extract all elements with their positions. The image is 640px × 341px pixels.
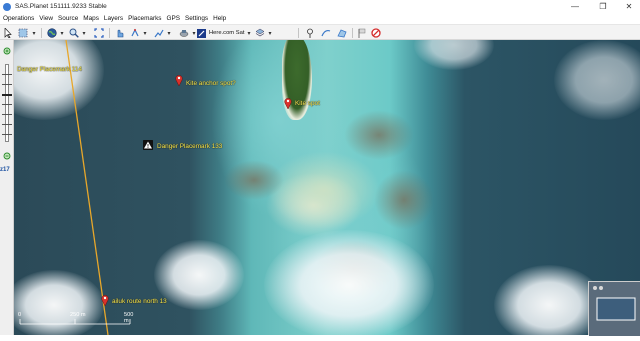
window-title: SAS.Planet 151111.9233 Stable: [15, 3, 107, 10]
menu-settings[interactable]: Settings: [185, 15, 208, 22]
map-source-label: Here.com Sat: [209, 30, 245, 36]
globe-button[interactable]: [46, 27, 58, 39]
add-placemark-button[interactable]: [304, 27, 316, 39]
path-tool-button[interactable]: [153, 27, 165, 39]
maximize-button[interactable]: ❐: [592, 0, 614, 13]
map-view[interactable]: Danger Placemark 114 Kite anchor spot? K…: [14, 40, 640, 335]
fullscreen-icon: [94, 28, 104, 38]
placemark-pin-icon[interactable]: [101, 294, 109, 306]
main-toolbar: ▾ ▾ ▾ ▾ ▾ ▾ Here.com Sat ▾ ▾: [0, 24, 640, 40]
title-bar: SAS.Planet 151111.9233 Stable — ❐ ✕: [0, 0, 640, 13]
map-source-select[interactable]: Here.com Sat ▾: [197, 27, 261, 39]
satellite-icon: [179, 30, 189, 37]
hand-tool-button[interactable]: [114, 27, 126, 39]
scale-ruler: [19, 319, 131, 325]
move-tool-button[interactable]: [2, 27, 14, 39]
minimize-button[interactable]: —: [564, 0, 586, 13]
pin-icon: [307, 28, 313, 38]
app-window: SAS.Planet 151111.9233 Stable — ❐ ✕ Oper…: [0, 0, 640, 336]
path-dropdown-chevron-icon[interactable]: ▾: [165, 27, 173, 39]
zoom-out-icon: [3, 152, 10, 160]
path-draw-icon: [321, 29, 331, 37]
polygon-draw-icon: [337, 29, 347, 38]
placemark-manager-button[interactable]: [356, 27, 368, 39]
magnifier-icon: [69, 28, 79, 38]
minimap-preview: [589, 282, 640, 336]
globe-icon: [47, 28, 57, 38]
add-path-button[interactable]: [320, 27, 332, 39]
menu-source[interactable]: Source: [58, 15, 78, 22]
menu-operations[interactable]: Operations: [3, 15, 34, 22]
selection-dropdown-chevron-icon[interactable]: ▾: [30, 27, 38, 39]
menu-help[interactable]: Help: [213, 15, 226, 22]
zoom-slider-thumb[interactable]: [2, 94, 12, 96]
menu-bar: Operations View Source Maps Layers Place…: [0, 13, 640, 24]
zoom-bar: z17: [0, 40, 14, 335]
menu-gps[interactable]: GPS: [166, 15, 180, 22]
flag-icon: [358, 28, 366, 38]
measure-tool-button[interactable]: [129, 27, 141, 39]
measure-dropdown-chevron-icon[interactable]: ▾: [141, 27, 149, 39]
add-polygon-button[interactable]: [336, 27, 348, 39]
selection-rect-icon: [18, 28, 28, 38]
close-button[interactable]: ✕: [618, 0, 640, 13]
measure-pointer-icon: [131, 28, 139, 37]
here-logo-icon: [197, 28, 206, 38]
hand-pointer-icon: [117, 29, 124, 38]
placemark-pin-icon[interactable]: [175, 74, 183, 86]
placemark-label-danger-133[interactable]: Danger Placemark 133: [157, 143, 222, 150]
zoom-in-button[interactable]: [2, 47, 12, 57]
selection-tool-button[interactable]: [17, 27, 29, 39]
scale-mid-label: 250 m: [70, 312, 86, 318]
globe-dropdown-chevron-icon[interactable]: ▾: [58, 27, 66, 39]
zoom-out-button[interactable]: [2, 152, 12, 162]
path-pointer-icon: [154, 29, 164, 38]
placemark-label-danger-114[interactable]: Danger Placemark 114: [17, 66, 82, 73]
layers-button[interactable]: [254, 27, 266, 39]
placemark-label-ailuk-route[interactable]: ailuk route north 13: [112, 298, 167, 305]
cursor-arrow-icon: [4, 28, 12, 38]
no-entry-icon: [371, 28, 381, 38]
layers-icon: [255, 28, 265, 37]
satellite-button[interactable]: [178, 27, 190, 39]
scale-start-label: 0: [18, 312, 22, 318]
placemark-label-kite-spot[interactable]: Kite spot: [295, 100, 320, 107]
menu-maps[interactable]: Maps: [83, 15, 99, 22]
placemark-label-kite-anchor[interactable]: Kite anchor spot?: [186, 80, 236, 87]
menu-view[interactable]: View: [39, 15, 53, 22]
layers-dropdown-chevron-icon[interactable]: ▾: [266, 27, 274, 39]
zoom-in-icon: [3, 47, 10, 55]
route-line[interactable]: [14, 40, 640, 335]
menu-layers[interactable]: Layers: [104, 15, 123, 22]
warning-icon[interactable]: [143, 140, 153, 150]
map-source-chevron-icon: ▾: [247, 30, 251, 37]
minimap[interactable]: [588, 281, 640, 336]
zoom-dropdown-chevron-icon[interactable]: ▾: [80, 27, 88, 39]
placemark-pin-icon[interactable]: [284, 97, 292, 109]
hide-placemarks-button[interactable]: [370, 27, 382, 39]
zoom-slider-track[interactable]: [5, 64, 9, 142]
zoom-tool-button[interactable]: [68, 27, 80, 39]
scale-end-label: 500 m: [124, 312, 134, 324]
sasplanet-logo-icon: [3, 2, 11, 11]
menu-placemarks[interactable]: Placemarks: [128, 15, 161, 22]
fullscreen-button[interactable]: [93, 27, 105, 39]
scale-bar: 0 250 m 500 m: [18, 312, 136, 332]
zoom-level-label: z17: [0, 167, 10, 173]
